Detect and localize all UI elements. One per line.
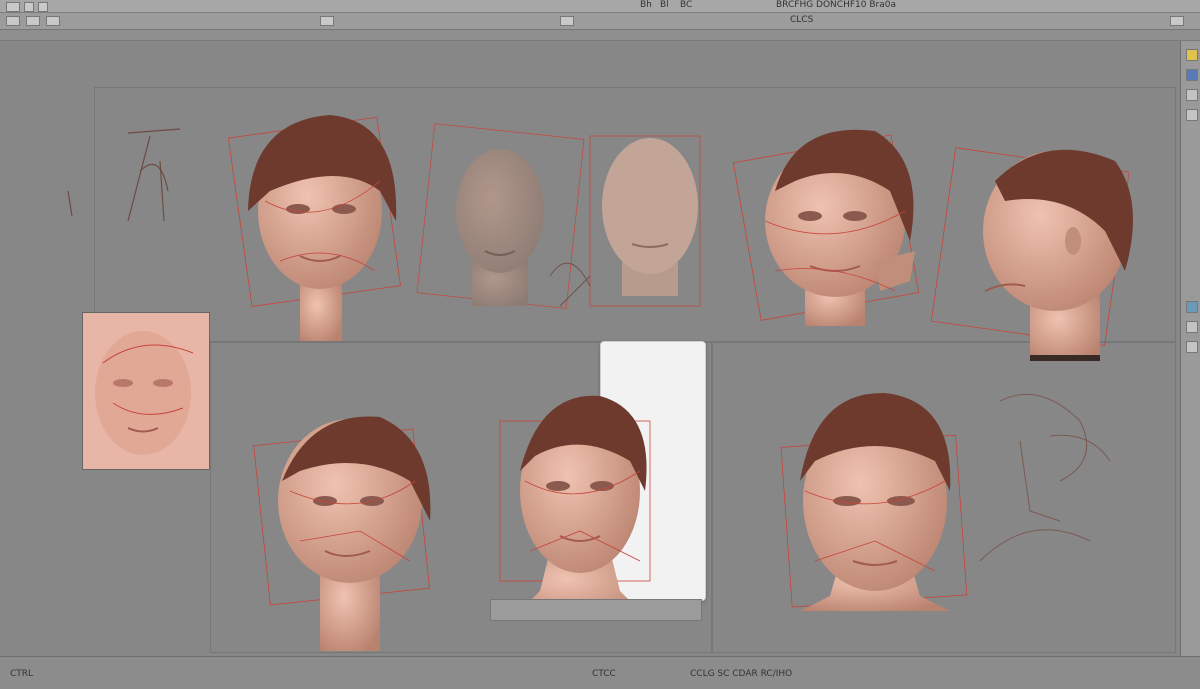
toolbar-label: CLCS: [790, 15, 814, 25]
layers-icon[interactable]: [1186, 69, 1198, 81]
menu-label-3[interactable]: BC: [680, 0, 692, 10]
sketch-lines-left: [67, 128, 181, 222]
tool-bar: CLCS: [0, 13, 1200, 30]
menu-label-1[interactable]: Bh: [640, 0, 652, 10]
display-icon[interactable]: [1186, 301, 1198, 313]
timeline-slider[interactable]: [490, 599, 702, 621]
rotate-tool-icon[interactable]: [26, 16, 40, 26]
brush-settings-icon[interactable]: [1186, 109, 1198, 121]
head-7: [499, 395, 651, 621]
head-8: [780, 392, 968, 611]
head-6: [253, 416, 431, 651]
brush-tool-icon[interactable]: [320, 16, 334, 26]
head-4: [732, 129, 920, 326]
right-sidebar: [1180, 41, 1200, 656]
status-bar: CTRL CTCC CCLG SC CDAR RC/IHO: [0, 656, 1200, 689]
head-1: [227, 115, 402, 341]
menu-label-2[interactable]: Bl: [660, 0, 669, 10]
top-menu-bar: Bh Bl BC BRCFHG DONCHF10 Bra0a: [0, 0, 1200, 13]
window-title: BRCFHG DONCHF10 Bra0a: [776, 0, 896, 10]
status-right-text: CCLG SC CDAR RC/IHO: [690, 669, 793, 679]
settings-icon[interactable]: [1170, 16, 1184, 26]
material-icon[interactable]: [1186, 89, 1198, 101]
edit-icon[interactable]: [38, 2, 48, 12]
head-2-ghost: [416, 123, 585, 309]
head-sculpts-layer: [67, 115, 1133, 651]
move-tool-icon[interactable]: [6, 16, 20, 26]
render-icon[interactable]: [1186, 321, 1198, 333]
mask-tool-icon[interactable]: [560, 16, 574, 26]
ruler-strip: [0, 30, 1200, 41]
status-center-text: CTCC: [592, 669, 616, 679]
highlight-icon[interactable]: [1186, 49, 1198, 61]
sketch-lines-right: [979, 393, 1111, 562]
app-icon[interactable]: [6, 2, 20, 12]
export-icon[interactable]: [1186, 341, 1198, 353]
file-icon[interactable]: [24, 2, 34, 12]
head-3-ghost: [549, 135, 701, 307]
head-5-profile: [930, 147, 1133, 361]
scale-tool-icon[interactable]: [46, 16, 60, 26]
status-left-text: CTRL: [10, 669, 34, 679]
viewport-canvas[interactable]: [0, 41, 1180, 656]
